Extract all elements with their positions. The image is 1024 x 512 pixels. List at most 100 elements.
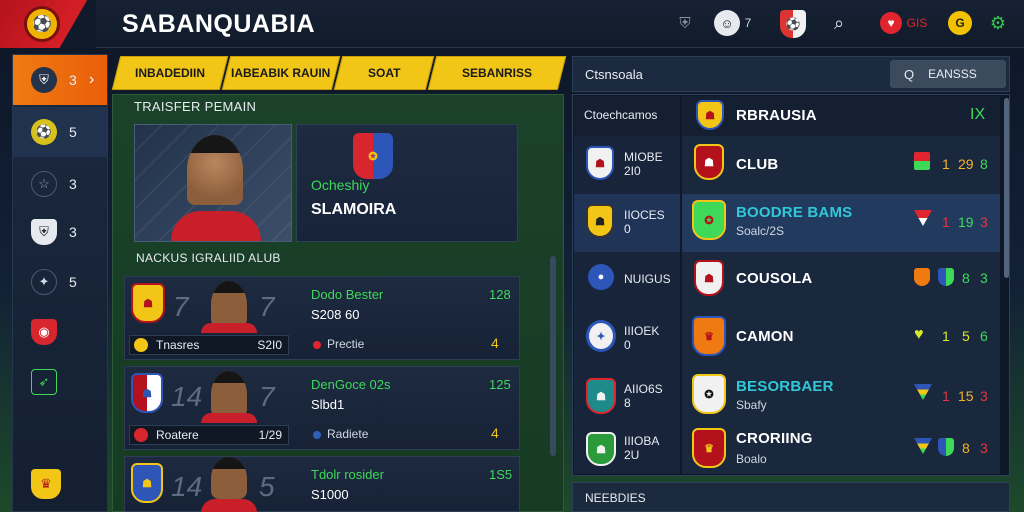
club-code: IIOCES <box>624 208 665 222</box>
tab-label: IABEABIK RAUIN <box>231 66 331 80</box>
close-icon[interactable]: IX <box>970 106 985 124</box>
hero-player-card[interactable] <box>134 124 292 242</box>
club-name: BESORBAER <box>736 378 834 395</box>
player-list-scrollbar[interactable] <box>550 256 556 456</box>
club-row-right <box>682 368 1000 426</box>
club-row-right <box>682 194 1000 252</box>
stat-2: 15 <box>958 388 974 404</box>
club-dot-icon <box>134 428 148 442</box>
status-dot-icon <box>313 341 321 349</box>
club-code: IIIOEK <box>624 324 660 338</box>
shield-icon[interactable]: ⛨ <box>672 10 698 36</box>
jersey-number-right: 5 <box>259 471 275 502</box>
club-label-text: Tnasres <box>156 338 200 352</box>
sidebar-item-trophy[interactable]: ♛ <box>13 459 107 509</box>
sidebar-item-boot[interactable]: ➶ <box>13 357 107 407</box>
sidebar-item-star[interactable]: ☆ 3 <box>13 159 107 209</box>
tab-4[interactable]: SEBANRISS <box>427 56 567 90</box>
player-hair <box>211 281 247 293</box>
search-placeholder: EANSSS <box>928 67 977 81</box>
player-portrait <box>211 281 247 327</box>
column-left-label: Ctoechcamos <box>584 108 658 122</box>
coin-icon[interactable]: G <box>948 11 972 35</box>
tab-1[interactable]: INBADEDIIN <box>111 56 229 90</box>
ball-icon: ⚽ <box>31 119 57 145</box>
club-code: MIOBE <box>624 150 663 164</box>
tab-3[interactable]: SOAT <box>333 56 435 90</box>
stat-3: 8 <box>980 156 988 172</box>
club-row[interactable]: ✦ IIIOEK 0 ♛ CAMON ♥ 1 5 6 <box>574 310 1000 368</box>
form-flag-icon <box>914 152 930 170</box>
club-name-sub: Sbafy <box>736 398 767 412</box>
stat-2: 8 <box>962 440 970 456</box>
club-name: CLUB <box>736 156 779 173</box>
sidebar-item-ball[interactable]: ⚽ 5 <box>13 107 107 157</box>
club-row[interactable]: ☗ IIOCES 0 ✪ BOODRE BAMS Soalc/2S 1 19 3 <box>574 194 1000 252</box>
club-name: COUSOLA <box>736 270 813 287</box>
player-stat: 4 <box>491 425 499 441</box>
club-label-value: 1/29 <box>258 428 282 442</box>
sidebar-item-shield[interactable]: ⛨ 3 <box>13 207 107 257</box>
player-name: DenGoce 02s <box>311 377 391 392</box>
player-portrait <box>211 371 247 417</box>
sidebar-item-crest[interactable]: ⛨ 3 › <box>13 55 107 105</box>
stat-3: 3 <box>980 388 988 404</box>
player-jersey <box>201 413 257 423</box>
club-row[interactable]: ☗ IIIOBA 2U ♛ CRORIING Boalo 8 3 <box>574 426 1000 474</box>
player-row[interactable]: ☗ 14 7 Roatere 1/29 DenGoce 02s Slbd1 12… <box>124 366 520 450</box>
club-name-sub: Boalo <box>736 452 767 466</box>
club-label-value: S2I0 <box>257 338 282 352</box>
tab-label: SEBANRISS <box>461 66 532 80</box>
club-crest-icon: ◉ <box>31 319 57 345</box>
league-crest-icon: ☗ <box>586 378 616 414</box>
club-code-sub: 0 <box>624 338 631 352</box>
club-dot-icon <box>134 338 148 352</box>
jersey-number-left: 14 <box>171 471 203 502</box>
club-badge-icon <box>938 438 954 456</box>
stat-1: 1 <box>942 328 950 344</box>
player-rating: 125 <box>489 377 511 392</box>
stat-3: 3 <box>980 270 988 286</box>
avatar-icon[interactable]: ☺ <box>714 10 740 36</box>
player-jersey <box>201 499 257 512</box>
player-row[interactable]: ☗ 7 7 Tnasres S2I0 Dodo Bester S208 60 1… <box>124 276 520 360</box>
clubs-footer[interactable]: NEEBDIES <box>572 482 1010 512</box>
clubs-scrollbar[interactable] <box>1004 98 1009 278</box>
club-code-sub: 0 <box>624 222 631 236</box>
club-code-sub: 2U <box>624 448 640 462</box>
stat-2: 5 <box>962 328 970 344</box>
player-club-crest-icon: ☗ <box>131 463 163 503</box>
column-right-cell <box>682 96 1000 136</box>
club-crest-icon: ☗ <box>694 260 724 296</box>
stat-1: 1 <box>942 214 950 230</box>
club-crest-icon: ♛ <box>692 428 726 468</box>
stat-2: 29 <box>958 156 974 172</box>
player-portrait <box>211 457 247 499</box>
search-icon[interactable]: ⌕ <box>826 10 852 36</box>
tab-2[interactable]: IABEABIK RAUIN <box>221 56 341 90</box>
jersey-number-left: 7 <box>173 291 189 322</box>
player-price: S208 60 <box>311 307 360 322</box>
club-name: CAMON <box>736 328 794 345</box>
club-crest-icon[interactable]: ⚽ <box>780 10 806 38</box>
league-crest-icon: ☗ <box>586 432 616 466</box>
club-badge-icon <box>938 268 954 286</box>
player-name: Dodo Bester <box>311 287 384 302</box>
settings-icon[interactable]: ⚙ <box>986 10 1010 36</box>
club-crest-icon: ☗ <box>694 144 724 180</box>
clubs-search-input[interactable]: Q EANSSS <box>890 60 1006 88</box>
club-crest-icon: ♛ <box>692 316 726 356</box>
sidebar-item-handshake[interactable]: ✦ 5 <box>13 257 107 307</box>
club-row[interactable]: ☗ AIIO6S 8 ✪ BESORBAER Sbafy 1 15 3 <box>574 368 1000 426</box>
alert-icon[interactable]: ♥ <box>880 12 902 34</box>
player-row[interactable]: ☗ 14 5 Tdolr rosider S1000 1S5 <box>124 456 520 512</box>
app-logo-icon[interactable]: ⚽ <box>24 6 60 42</box>
stat-2: 19 <box>958 214 974 230</box>
sidebar-item-club[interactable]: ◉ <box>13 307 107 357</box>
club-row[interactable]: ● NUIGUS ☗ COUSOLA 8 3 <box>574 252 1000 310</box>
player-stat: 4 <box>491 335 499 351</box>
top-bar: ⚽ SABANQUABIA ⛨ ☺ 7 ⚽ ⌕ ♥ GIS G ⚙ <box>0 0 1024 48</box>
club-row[interactable]: ☗ MIOBE 2I0 ☗ CLUB 1 29 8 <box>574 136 1000 194</box>
club-code-sub: 8 <box>624 396 631 410</box>
player-club-crest-icon: ☗ <box>131 283 165 323</box>
